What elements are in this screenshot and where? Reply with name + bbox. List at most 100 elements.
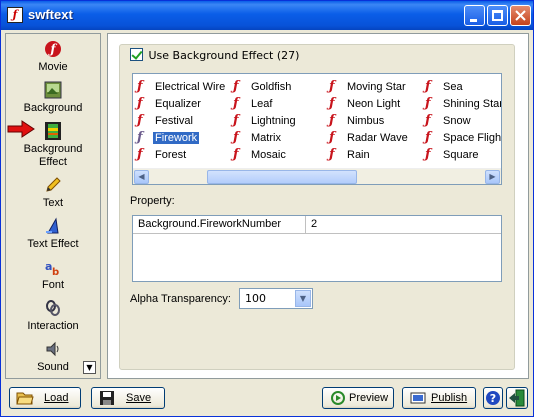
sidebar-scroll-down-button[interactable]: ▼ — [83, 361, 96, 374]
list-item[interactable]: ƒ Radar Wave — [329, 130, 410, 146]
preview-button-label: Preview — [349, 392, 389, 404]
list-item[interactable]: ƒ Matrix — [233, 130, 283, 146]
title-bar[interactable]: ƒ swftext — [1, 1, 533, 30]
speaker-icon — [46, 341, 59, 357]
alpha-transparency-label: Alpha Transparency: — [130, 293, 231, 305]
sidebar-item-text-effect[interactable]: Text Effect — [6, 217, 100, 251]
preview-icon — [331, 391, 345, 405]
list-item[interactable]: ƒ Rain — [329, 147, 372, 163]
checkbox-box[interactable] — [130, 48, 143, 61]
list-item[interactable]: ƒ Mosaic — [233, 147, 288, 163]
movie-icon: ƒ — [45, 41, 61, 57]
scroll-thumb[interactable] — [207, 170, 357, 184]
sidebar-item-label: Movie — [38, 61, 68, 73]
main-panel: Use Background Effect (27) ƒ Electrical W… — [107, 33, 529, 379]
scroll-left-button[interactable]: ◀ — [134, 170, 149, 184]
column-divider — [305, 216, 306, 234]
property-grid[interactable]: Background.FireworkNumber 2 — [132, 215, 502, 282]
sidebar-item-interaction[interactable]: Interaction — [6, 299, 100, 333]
background-icon — [44, 81, 62, 99]
list-item[interactable]: ƒ Electrical Wire — [137, 79, 227, 95]
background-effect-icon — [45, 122, 61, 140]
effect-list[interactable]: ƒ Electrical Wire ƒ Equalizer ƒ Festival ƒF… — [132, 73, 502, 185]
flash-icon: ƒ — [329, 96, 335, 111]
property-value[interactable]: 2 — [311, 218, 317, 230]
list-item[interactable]: ƒ Square — [425, 147, 480, 163]
sidebar-item-background[interactable]: Background — [6, 81, 100, 115]
window-title: swftext — [28, 7, 73, 22]
sidebar-item-label: Background — [23, 102, 83, 114]
checkbox-label: Use Background Effect (27) — [148, 49, 300, 62]
svg-text:b: b — [52, 267, 59, 276]
text-effect-icon — [46, 217, 59, 234]
flash-icon: ƒ — [137, 147, 143, 162]
list-item[interactable]: ƒ Snow — [425, 113, 473, 129]
sidebar: ƒ Movie Background Background Effect Tex… — [5, 33, 101, 379]
property-label: Property: — [130, 195, 175, 207]
app-icon: ƒ — [7, 7, 23, 23]
list-item[interactable]: ƒ Leaf — [233, 96, 274, 112]
font-icon: ab — [45, 260, 59, 276]
list-item[interactable]: ƒ Neon Light — [329, 96, 402, 112]
flash-icon: ƒ — [233, 147, 239, 162]
flash-icon: ƒ — [425, 96, 431, 111]
preview-button[interactable]: Preview — [322, 387, 394, 409]
list-item[interactable]: ƒ Moving Star — [329, 79, 408, 95]
maximize-icon — [492, 10, 503, 21]
exit-button[interactable] — [506, 387, 528, 409]
list-item[interactable]: ƒ Equalizer — [137, 96, 203, 112]
list-item[interactable]: ƒ Shining Star — [425, 96, 501, 112]
use-background-effect-checkbox[interactable]: Use Background Effect (27) — [130, 48, 304, 62]
flash-icon: ƒ — [329, 130, 335, 145]
publish-button[interactable]: Publish — [402, 387, 476, 409]
list-item[interactable]: ƒ Nimbus — [329, 113, 386, 129]
flash-icon: ƒ — [329, 147, 335, 162]
floppy-icon — [100, 391, 114, 405]
alpha-transparency-select[interactable]: 100 ▼ — [239, 288, 313, 309]
publish-button-label: Publish — [431, 392, 468, 404]
table-row[interactable]: Background.FireworkNumber 2 — [133, 216, 501, 234]
flash-icon: ƒ — [425, 147, 431, 162]
maximize-button[interactable] — [487, 5, 508, 26]
interaction-icon — [46, 300, 60, 316]
flash-icon: ƒ — [233, 113, 239, 128]
pencil-icon — [46, 177, 61, 192]
close-button[interactable] — [510, 5, 531, 26]
flash-icon: ƒ — [425, 79, 431, 94]
horizontal-scrollbar[interactable]: ◀ ▶ — [133, 168, 501, 184]
save-button-label: Save — [126, 392, 152, 404]
exit-icon — [509, 389, 525, 407]
list-item-selected[interactable]: ƒ Firework — [137, 130, 200, 146]
folder-open-icon — [16, 392, 34, 405]
help-button[interactable]: ? — [483, 387, 503, 409]
sidebar-item-label: Interaction — [27, 320, 79, 332]
help-icon: ? — [486, 391, 500, 405]
flash-icon: ƒ — [137, 96, 143, 111]
close-icon — [515, 10, 526, 21]
list-item[interactable]: ƒ Sea — [425, 79, 465, 95]
list-item[interactable]: ƒ Lightning — [233, 113, 298, 129]
list-item[interactable]: ƒ Festival — [137, 113, 195, 129]
load-button[interactable]: Load — [9, 387, 81, 409]
flash-icon: ƒ — [329, 79, 335, 94]
list-item[interactable]: ƒ Goldfish — [233, 79, 293, 95]
sidebar-item-font[interactable]: ab Font — [6, 258, 100, 292]
list-item[interactable]: ƒ Space Flight — [425, 130, 501, 146]
minimize-icon — [470, 19, 477, 22]
minimize-button[interactable] — [464, 5, 485, 26]
sidebar-item-label: Background Effect — [23, 143, 83, 168]
alpha-transparency-value: 100 — [245, 292, 266, 305]
save-button[interactable]: Save — [91, 387, 165, 409]
selection-pointer-icon — [7, 120, 35, 138]
chevron-down-icon[interactable]: ▼ — [295, 290, 311, 307]
sidebar-item-movie[interactable]: ƒ Movie — [6, 40, 100, 74]
flash-icon: ƒ — [329, 113, 335, 128]
app-window: ƒ swftext ƒ Movie Background Background … — [0, 0, 534, 417]
scroll-right-button[interactable]: ▶ — [485, 170, 500, 184]
flash-icon: ƒ — [233, 96, 239, 111]
sidebar-item-text[interactable]: Text — [6, 176, 100, 210]
list-item[interactable]: ƒ Forest — [137, 147, 188, 163]
flash-icon: ƒ — [233, 130, 239, 145]
load-button-label: Load — [44, 392, 69, 404]
background-effect-group: Use Background Effect (27) ƒ Electrical W… — [119, 44, 515, 370]
